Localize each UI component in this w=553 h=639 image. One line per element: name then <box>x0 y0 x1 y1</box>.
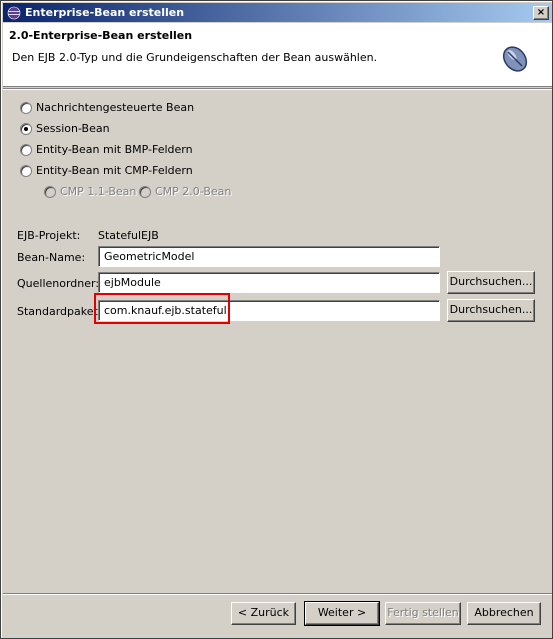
radio-button[interactable] <box>139 185 151 198</box>
back-button[interactable]: < Zurück <box>231 602 296 625</box>
finish-button[interactable]: Fertig stellen <box>385 602 461 625</box>
radio-entity-cmp[interactable]: Entity-Bean mit CMP-Feldern <box>20 164 193 177</box>
bean-name-label: Bean-Name: <box>17 251 86 264</box>
radio-entity-bmp[interactable]: Entity-Bean mit BMP-Feldern <box>20 143 193 156</box>
window-title: Enterprise-Bean erstellen <box>25 6 185 19</box>
bean-name-input[interactable]: GeometricModel <box>98 246 440 267</box>
radio-button[interactable] <box>20 164 32 177</box>
wizard-dialog: Enterprise-Bean erstellen × 2.0-Enterpri… <box>0 0 553 639</box>
project-value: StatefulEJB <box>98 229 159 242</box>
source-folder-input[interactable]: ejbModule <box>98 272 440 293</box>
radio-message-driven-bean[interactable]: Nachrichtengesteuerte Bean <box>20 101 194 114</box>
source-folder-label: Quellenordner: <box>17 277 100 290</box>
radio-button[interactable] <box>20 143 32 156</box>
radio-button[interactable] <box>20 101 32 114</box>
cancel-button[interactable]: Abbrechen <box>467 602 541 625</box>
radio-label: Nachrichtengesteuerte Bean <box>36 101 195 114</box>
browse-package-button[interactable]: Durchsuchen... <box>447 299 535 322</box>
footer-separator <box>3 593 552 595</box>
page-description: Den EJB 2.0-Typ und die Grundeigenschaft… <box>12 51 378 64</box>
title-bar: Enterprise-Bean erstellen × <box>3 3 552 22</box>
banner-separator <box>3 88 552 90</box>
radio-label: Entity-Bean mit CMP-Feldern <box>36 164 193 177</box>
radio-label: Entity-Bean mit BMP-Feldern <box>36 143 193 156</box>
radio-label: CMP 2.0-Bean <box>155 185 232 198</box>
bean-icon <box>499 43 531 78</box>
close-button[interactable]: × <box>533 5 549 20</box>
radio-label: Session-Bean <box>36 122 110 135</box>
browse-source-folder-button[interactable]: Durchsuchen... <box>447 271 535 294</box>
radio-cmp-2-0[interactable]: CMP 2.0-Bean <box>139 185 231 198</box>
page-title: 2.0-Enterprise-Bean erstellen <box>9 29 193 42</box>
radio-button[interactable] <box>44 185 56 198</box>
wizard-banner: 2.0-Enterprise-Bean erstellen Den EJB 2.… <box>3 23 552 87</box>
radio-label: CMP 1.1-Bean <box>60 185 137 198</box>
next-button[interactable]: Weiter > <box>304 601 380 626</box>
radio-cmp-1-1[interactable]: CMP 1.1-Bean <box>44 185 136 198</box>
project-label: EJB-Projekt: <box>17 229 81 242</box>
default-package-label: Standardpaket: <box>17 305 102 318</box>
radio-session-bean[interactable]: Session-Bean <box>20 122 110 135</box>
eclipse-icon <box>6 5 22 21</box>
highlight-annotation <box>94 293 230 324</box>
radio-button[interactable] <box>20 122 32 135</box>
